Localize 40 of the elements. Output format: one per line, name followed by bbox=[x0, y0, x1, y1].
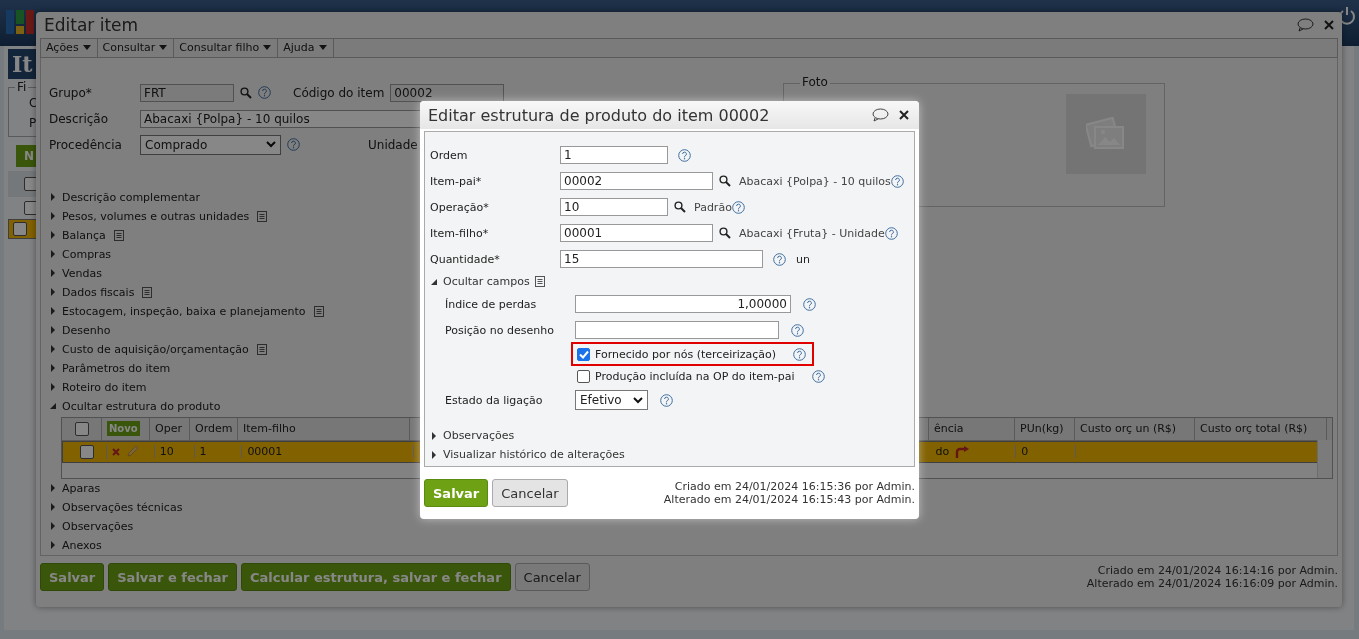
column-header: Oper bbox=[150, 417, 190, 440]
lookup-description: Abacaxi {Fruta} - Unidade bbox=[739, 226, 885, 240]
audit-text: Alterado em 24/01/2024 16:16:09 por Admin. bbox=[1086, 577, 1338, 591]
column-header: PUn(kg) bbox=[1015, 417, 1075, 440]
table-cell: 0 bbox=[1021, 445, 1029, 458]
audit-text: Criado em 24/01/2024 16:14:16 por Admin. bbox=[1097, 564, 1338, 578]
field-label: Posição no desenho bbox=[445, 323, 555, 337]
field-label: Índice de perdas bbox=[445, 297, 538, 311]
field-label: Ordem bbox=[430, 148, 469, 162]
dialog-title: Editar estrutura de produto do item 00002 bbox=[428, 105, 771, 125]
field-label: Quantidade* bbox=[430, 252, 501, 266]
field-label: Procedência bbox=[49, 137, 123, 152]
lookup-description: Abacaxi {Polpa} - 10 quilos bbox=[739, 174, 891, 188]
field-label: Código do item bbox=[293, 85, 385, 100]
field-label: Descrição bbox=[49, 111, 110, 126]
audit-text: Criado em 24/01/2024 16:15:36 por Admin. bbox=[674, 480, 915, 493]
field-label: Operação* bbox=[430, 200, 490, 214]
column-header: Item-filho bbox=[238, 417, 410, 440]
field-label: Unidade bbox=[368, 137, 418, 152]
field-label: Estado da ligação bbox=[445, 393, 544, 407]
unit-label: un bbox=[796, 252, 810, 266]
window-title: Editar item bbox=[44, 15, 140, 36]
column-header: Custo orç total (R$) bbox=[1195, 417, 1327, 440]
column-header: Custo orç un (R$) bbox=[1075, 417, 1195, 440]
photo-legend: Foto bbox=[800, 74, 830, 89]
field-label: Item-pai* bbox=[430, 174, 483, 188]
field-label: Item-filho* bbox=[430, 226, 490, 240]
lookup-description: Padrão bbox=[694, 200, 732, 214]
field-label: Grupo* bbox=[49, 85, 93, 100]
table-cell: 10 bbox=[159, 445, 174, 458]
column-header: Ordem bbox=[190, 417, 238, 440]
column-header: ência bbox=[929, 417, 1015, 440]
table-cell: 00001 bbox=[247, 445, 283, 458]
filter-legend: Fi bbox=[15, 80, 29, 94]
audit-text: Alterado em 24/01/2024 16:15:43 por Admin. bbox=[663, 493, 915, 506]
table-cell: do bbox=[935, 445, 950, 458]
table-cell: 1 bbox=[199, 445, 207, 458]
checkbox-label: Fornecido por nós (terceirização) bbox=[595, 347, 777, 361]
page-title: It bbox=[8, 49, 38, 79]
checkbox-label: Produção incluída na OP do item-pai bbox=[595, 369, 795, 383]
